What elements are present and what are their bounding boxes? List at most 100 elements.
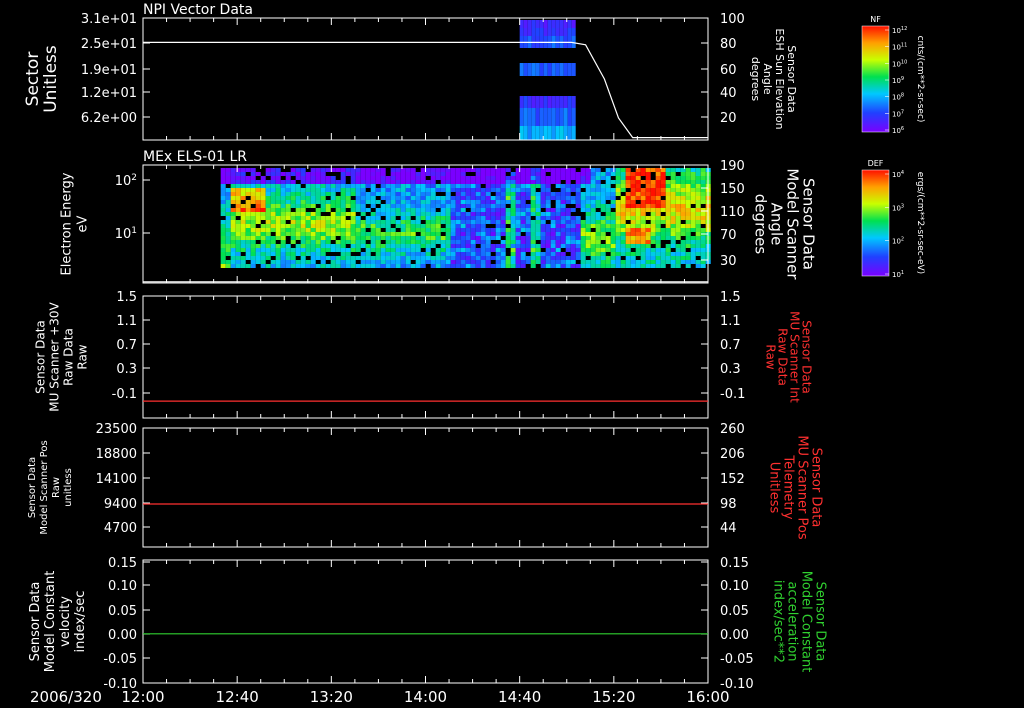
els-spectrogram-cell: [685, 204, 691, 208]
els-spectrogram-cell: [435, 220, 441, 224]
els-spectrogram-cell: [535, 244, 541, 248]
els-spectrogram-cell: [220, 236, 226, 240]
els-spectrogram-cell: [370, 220, 376, 224]
els-spectrogram-cell: [395, 180, 401, 184]
els-spectrogram-cell: [300, 236, 306, 240]
els-spectrogram-cell: [355, 192, 361, 196]
els-spectrogram-cell: [690, 192, 696, 196]
els-spectrogram-cell: [485, 232, 491, 236]
els-spectrogram-cell: [395, 208, 401, 212]
els-spectrogram-cell: [595, 216, 601, 220]
els-spectrogram-cell: [535, 208, 541, 212]
els-spectrogram-cell: [630, 212, 636, 216]
els-spectrogram-cell: [550, 180, 556, 184]
left-axis-label: Model Constant: [43, 571, 58, 673]
els-spectrogram-cell: [445, 260, 451, 264]
els-spectrogram-cell: [450, 224, 456, 228]
els-spectrogram-cell: [585, 184, 591, 188]
els-spectrogram-cell: [595, 264, 601, 268]
els-spectrogram-cell: [275, 224, 281, 228]
els-spectrogram-cell: [470, 228, 476, 232]
els-spectrogram-cell: [485, 252, 491, 256]
els-spectrogram-cell: [635, 184, 641, 188]
els-spectrogram-cell: [370, 212, 376, 216]
els-spectrogram-cell: [300, 240, 306, 244]
els-spectrogram-cell: [475, 200, 481, 204]
left-axis-label: Sensor Data: [28, 582, 43, 662]
els-spectrogram-cell: [300, 176, 306, 180]
els-spectrogram-cell: [390, 220, 396, 224]
els-spectrogram-cell: [500, 208, 506, 212]
els-spectrogram-cell: [560, 200, 566, 204]
els-spectrogram-cell: [395, 264, 401, 268]
els-spectrogram-cell: [385, 180, 391, 184]
els-spectrogram-cell: [405, 200, 411, 204]
els-spectrogram-cell: [350, 248, 356, 252]
els-spectrogram-cell: [500, 180, 506, 184]
npi-heatmap-cell: [551, 20, 556, 28]
panel-title: NPI Vector Data: [143, 2, 253, 18]
els-spectrogram-cell: [520, 252, 526, 256]
els-spectrogram-cell: [345, 240, 351, 244]
els-spectrogram-cell: [655, 256, 661, 260]
left-tick-label: 23500: [96, 422, 137, 437]
els-spectrogram-cell: [300, 224, 306, 228]
els-spectrogram-cell: [325, 204, 331, 208]
els-spectrogram-cell: [320, 244, 326, 248]
els-spectrogram-cell: [580, 260, 586, 264]
els-spectrogram-cell: [420, 204, 426, 208]
els-spectrogram-cell: [260, 192, 266, 196]
els-spectrogram-cell: [535, 236, 541, 240]
els-spectrogram-cell: [390, 184, 396, 188]
els-spectrogram-cell: [345, 168, 351, 172]
els-spectrogram-cell: [510, 180, 516, 184]
els-spectrogram-cell: [435, 232, 441, 236]
els-spectrogram-cell: [245, 252, 251, 256]
els-spectrogram-cell: [520, 240, 526, 244]
els-spectrogram-cell: [295, 192, 301, 196]
els-spectrogram-cell: [575, 248, 581, 252]
els-spectrogram-cell: [530, 212, 536, 216]
npi-heatmap-cell: [519, 28, 524, 36]
els-spectrogram-cell: [520, 224, 526, 228]
els-spectrogram-cell: [525, 180, 531, 184]
els-spectrogram-cell: [645, 228, 651, 232]
els-spectrogram-cell: [325, 220, 331, 224]
els-spectrogram-cell: [415, 180, 421, 184]
els-spectrogram-cell: [295, 204, 301, 208]
els-spectrogram-cell: [675, 232, 681, 236]
els-spectrogram-cell: [535, 228, 541, 232]
els-spectrogram-cell: [330, 188, 336, 192]
els-spectrogram-cell: [645, 172, 651, 176]
tick-base: 10: [892, 44, 901, 52]
els-spectrogram-cell: [610, 228, 616, 232]
els-spectrogram-cell: [515, 180, 521, 184]
els-spectrogram-cell: [300, 248, 306, 252]
els-spectrogram-cell: [265, 240, 271, 244]
els-spectrogram-cell: [540, 236, 546, 240]
els-spectrogram-cell: [530, 196, 536, 200]
els-spectrogram-cell: [250, 176, 256, 180]
els-spectrogram-cell: [260, 180, 266, 184]
els-spectrogram-cell: [300, 204, 306, 208]
els-spectrogram-cell: [670, 184, 676, 188]
els-spectrogram-cell: [380, 260, 386, 264]
els-spectrogram-cell: [255, 216, 261, 220]
els-spectrogram-cell: [525, 188, 531, 192]
els-spectrogram-cell: [305, 220, 311, 224]
els-spectrogram-cell: [460, 204, 466, 208]
els-spectrogram-cell: [505, 208, 511, 212]
els-spectrogram-cell: [415, 240, 421, 244]
els-spectrogram-cell: [480, 248, 486, 252]
els-spectrogram-cell: [470, 208, 476, 212]
els-spectrogram-cell: [400, 240, 406, 244]
els-spectrogram-cell: [620, 252, 626, 256]
els-spectrogram-cell: [585, 264, 591, 268]
els-spectrogram-cell: [415, 216, 421, 220]
els-spectrogram-cell: [260, 232, 266, 236]
els-spectrogram-cell: [420, 216, 426, 220]
els-spectrogram-cell: [500, 220, 506, 224]
els-spectrogram-cell: [555, 212, 561, 216]
els-spectrogram-cell: [365, 252, 371, 256]
els-spectrogram-cell: [325, 236, 331, 240]
